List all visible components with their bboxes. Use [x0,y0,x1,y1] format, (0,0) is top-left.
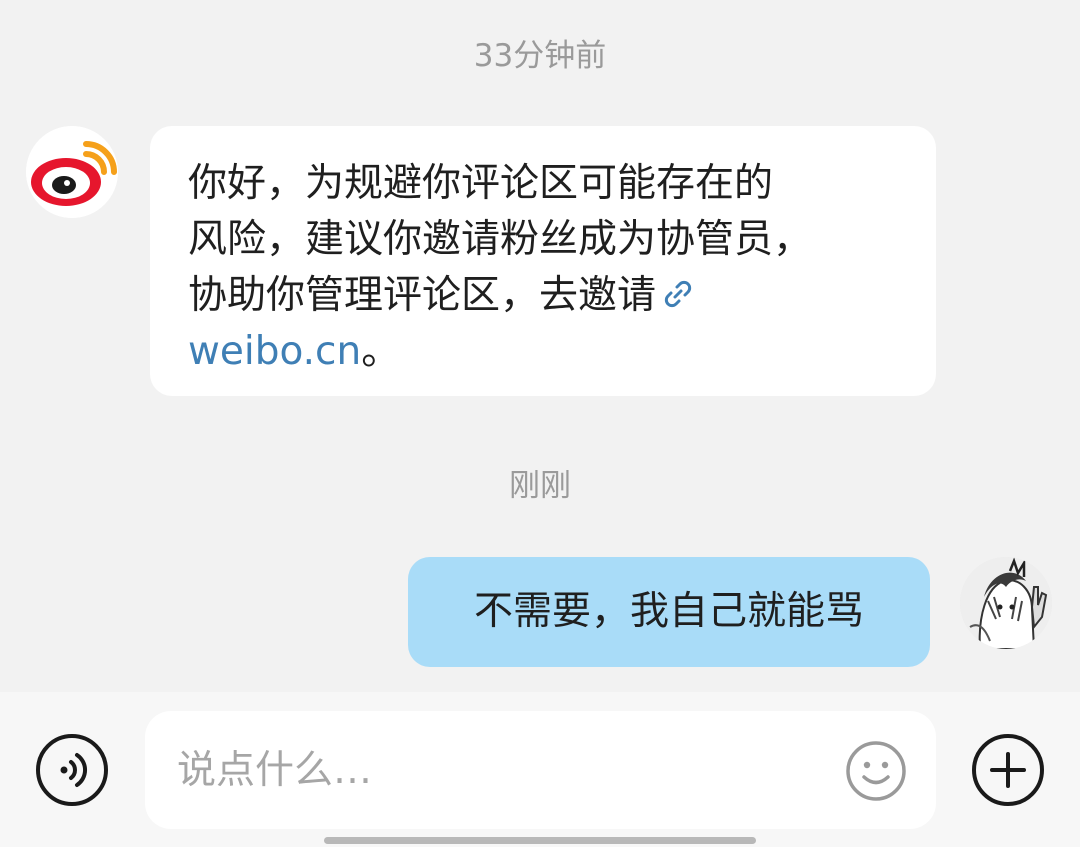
chat-area: 33分钟前 你好，为规避你评论区可能存在的 风险，建议你邀请粉丝成为协管员， 协… [0,0,1080,692]
plus-icon[interactable] [972,734,1044,806]
message-field[interactable] [145,711,936,829]
message-link-line: weibo.cn。 [188,324,900,380]
user-avatar-icon[interactable] [960,557,1052,649]
home-indicator[interactable] [324,837,756,844]
message-timestamp: 刚刚 [509,468,571,504]
outgoing-message-bubble[interactable]: 不需要，我自己就能骂 [408,557,930,667]
emoji-icon[interactable] [845,740,907,802]
message-line: 协助你管理评论区，去邀请 [188,268,900,324]
message-timestamp: 33分钟前 [473,38,607,74]
voice-icon[interactable] [36,734,108,806]
weibo-link[interactable]: weibo.cn [188,329,361,374]
message-line-text: 协助你管理评论区，去邀请 [188,273,657,318]
message-input[interactable] [177,739,817,801]
message-line: 你好，为规避你评论区可能存在的 [188,161,774,206]
message-suffix: 。 [361,329,401,374]
link-icon [660,276,696,312]
message-line: 风险，建议你邀请粉丝成为协管员， [188,217,813,262]
weibo-logo-icon[interactable] [26,126,118,218]
incoming-message-bubble[interactable]: 你好，为规避你评论区可能存在的 风险，建议你邀请粉丝成为协管员， 协助你管理评论… [150,126,936,396]
